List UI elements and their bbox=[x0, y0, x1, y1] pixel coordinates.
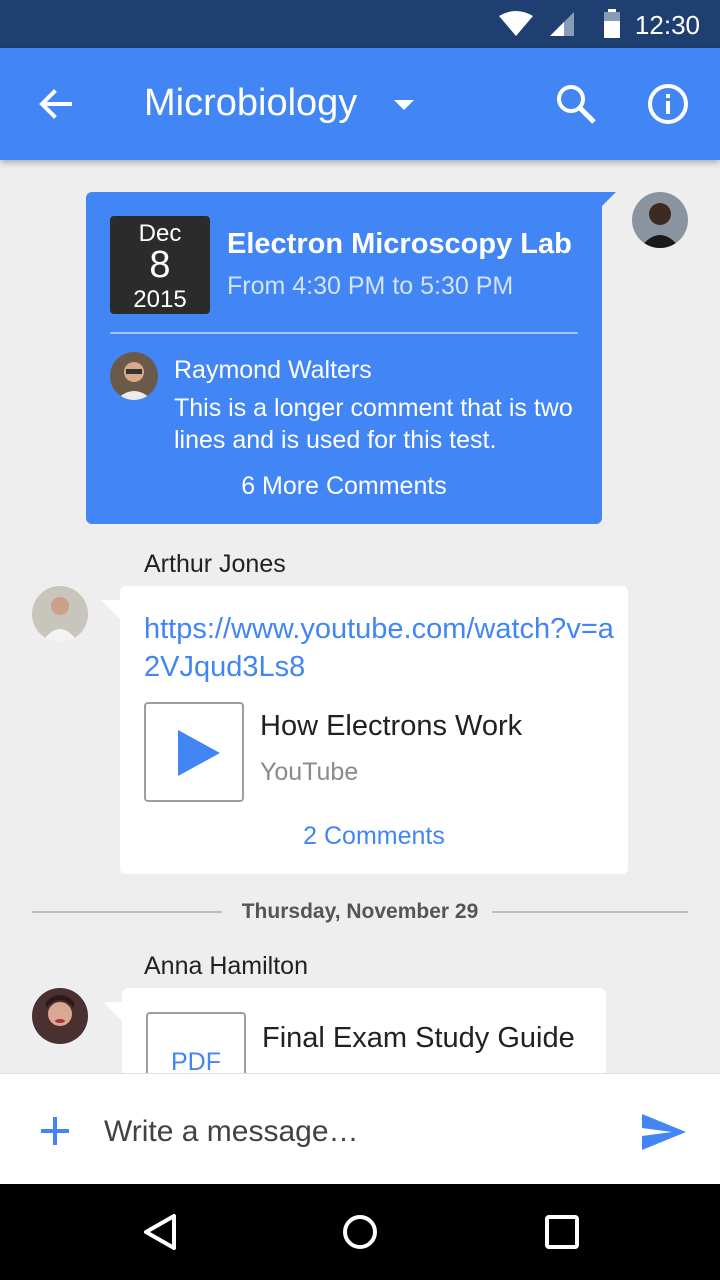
event-date-tile: Dec 8 2015 bbox=[110, 216, 210, 314]
message-tail bbox=[101, 600, 121, 620]
comment-text: This is a longer comment that is two lin… bbox=[174, 394, 573, 454]
message-input[interactable] bbox=[104, 1110, 604, 1154]
event-day: 8 bbox=[149, 244, 171, 286]
status-time: 12:30 bbox=[634, 10, 700, 40]
avatar[interactable] bbox=[32, 586, 88, 642]
send-icon[interactable] bbox=[640, 1112, 688, 1152]
event-card[interactable]: Dec 8 2015 Electron Microscopy Lab From … bbox=[86, 192, 602, 524]
date-separator: Thursday, November 29 bbox=[32, 896, 688, 928]
back-arrow-icon[interactable] bbox=[36, 84, 76, 124]
avatar[interactable] bbox=[110, 352, 158, 400]
event-time: From 4:30 PM to 5:30 PM bbox=[227, 272, 514, 300]
signal-icon bbox=[548, 10, 576, 43]
divider bbox=[110, 332, 578, 334]
video-thumbnail[interactable] bbox=[144, 702, 244, 802]
system-nav-bar bbox=[0, 1184, 720, 1280]
message-composer bbox=[0, 1073, 720, 1184]
link-message-card[interactable]: https://www.youtube.com/watch?v=a2VJqud3… bbox=[120, 586, 628, 874]
dropdown-icon[interactable] bbox=[392, 98, 416, 112]
status-bar: 12:30 bbox=[0, 0, 720, 48]
search-icon[interactable] bbox=[554, 82, 598, 126]
event-year: 2015 bbox=[133, 286, 187, 313]
video-source: YouTube bbox=[260, 758, 359, 786]
battery-icon bbox=[602, 9, 622, 44]
nav-home-icon[interactable] bbox=[340, 1212, 380, 1252]
avatar[interactable] bbox=[32, 988, 88, 1044]
nav-recents-icon[interactable] bbox=[542, 1212, 582, 1252]
more-comments-link[interactable]: 6 More Comments bbox=[86, 472, 602, 501]
date-separator-label: Thursday, November 29 bbox=[241, 900, 479, 923]
app-bar: Microbiology bbox=[0, 48, 720, 160]
play-icon bbox=[176, 730, 222, 781]
file-title: Final Exam Study Guide bbox=[262, 1022, 575, 1054]
sender-name: Arthur Jones bbox=[144, 550, 286, 578]
wifi-icon bbox=[498, 10, 534, 43]
info-icon[interactable] bbox=[646, 82, 690, 126]
comment-author: Raymond Walters bbox=[174, 356, 372, 384]
page-title[interactable]: Microbiology bbox=[144, 82, 357, 125]
plus-icon[interactable] bbox=[38, 1114, 72, 1148]
avatar[interactable] bbox=[632, 192, 688, 248]
comments-link[interactable]: 2 Comments bbox=[120, 822, 628, 851]
video-title: How Electrons Work bbox=[260, 710, 523, 742]
message-tail bbox=[103, 1002, 123, 1022]
nav-back-icon[interactable] bbox=[140, 1212, 180, 1252]
message-link[interactable]: https://www.youtube.com/watch?v=a2VJqud3… bbox=[144, 610, 614, 686]
sender-name: Anna Hamilton bbox=[144, 952, 308, 980]
event-title: Electron Microscopy Lab bbox=[227, 228, 572, 260]
